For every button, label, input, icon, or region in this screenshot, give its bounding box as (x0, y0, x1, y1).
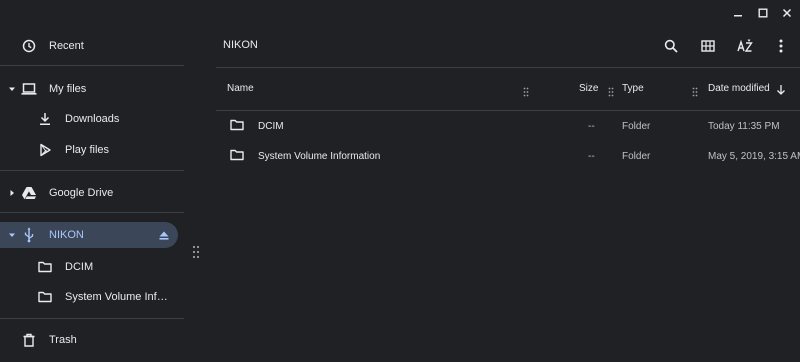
file-type: Folder (622, 121, 651, 132)
column-resize-icon[interactable] (523, 84, 529, 97)
header-divider (216, 67, 800, 68)
sidebar-item-label: Google Drive (49, 187, 114, 199)
folder-icon (230, 119, 244, 133)
column-header-size[interactable]: Size (579, 83, 598, 94)
close-icon[interactable] (780, 6, 794, 20)
trash-icon (21, 332, 37, 348)
sidebar-item-my-files[interactable]: My files (0, 73, 184, 105)
sidebar-item-play-files[interactable]: Play files (0, 134, 184, 166)
usb-icon (21, 227, 37, 243)
sidebar-divider (0, 318, 184, 319)
sidebar-item-downloads[interactable]: Downloads (0, 103, 184, 135)
sidebar-item-dcim[interactable]: DCIM (0, 251, 184, 283)
maximize-icon[interactable] (756, 6, 770, 20)
file-date: Today 11:35 PM (708, 121, 780, 132)
sidebar-item-system-volume[interactable]: System Volume Information (0, 281, 184, 313)
breadcrumb: NIKON (223, 39, 258, 51)
sidebar: Recent My files Downloads Play files Goo… (0, 0, 184, 362)
column-header-name[interactable]: Name (227, 83, 254, 94)
expand-arrow-icon[interactable] (7, 84, 17, 94)
column-header-type[interactable]: Type (622, 83, 644, 94)
sidebar-item-label: Play files (65, 144, 110, 156)
file-name: System Volume Information (258, 151, 381, 162)
sidebar-item-recent[interactable]: Recent (0, 30, 184, 62)
sidebar-divider (0, 65, 184, 66)
clock-icon (21, 38, 37, 54)
sidebar-item-trash[interactable]: Trash (0, 324, 184, 356)
expand-arrow-icon[interactable] (7, 230, 17, 240)
sidebar-divider (0, 170, 184, 171)
sidebar-item-label: DCIM (65, 261, 94, 273)
column-header-date[interactable]: Date modified (708, 83, 770, 94)
file-type: Folder (622, 151, 651, 162)
table-row[interactable]: System Volume Information -- Folder May … (216, 142, 800, 172)
file-size: -- (588, 151, 595, 162)
expand-arrow-icon[interactable] (7, 188, 17, 198)
table-row[interactable]: DCIM -- Folder Today 11:35 PM (216, 112, 800, 142)
sidebar-item-label: Recent (49, 40, 84, 52)
sidebar-item-label: My files (49, 83, 87, 95)
more-vert-icon[interactable] (771, 36, 791, 56)
resize-handle[interactable] (191, 244, 201, 260)
computer-icon (21, 81, 37, 97)
minimize-icon[interactable] (731, 6, 745, 20)
grid-icon[interactable] (698, 36, 718, 56)
file-name: DCIM (258, 121, 284, 132)
search-icon[interactable] (661, 36, 681, 56)
sidebar-item-nikon[interactable]: NIKON (0, 222, 178, 248)
folder-icon (37, 289, 53, 305)
folder-icon (37, 259, 53, 275)
column-resize-icon[interactable] (692, 84, 698, 97)
file-date: May 5, 2019, 3:15 AM (708, 151, 800, 162)
file-size: -- (588, 121, 595, 132)
sidebar-divider (0, 212, 184, 213)
sidebar-item-label: Trash (49, 334, 77, 346)
sidebar-item-label: System Volume Information (65, 291, 169, 303)
play-icon (37, 142, 53, 158)
sort-az-icon[interactable] (735, 36, 755, 56)
arrow-down-icon[interactable] (776, 83, 786, 95)
header-divider (216, 110, 800, 111)
sidebar-item-label: NIKON (49, 229, 84, 241)
download-icon (37, 111, 53, 127)
folder-icon (230, 149, 244, 163)
sidebar-item-label: Downloads (65, 113, 120, 125)
column-resize-icon[interactable] (608, 84, 614, 97)
sidebar-item-google-drive[interactable]: Google Drive (0, 177, 184, 209)
drive-icon (21, 185, 37, 201)
file-list-pane: NIKON Name Size Type Date modified DCIM … (216, 0, 800, 362)
eject-icon[interactable] (158, 229, 170, 241)
